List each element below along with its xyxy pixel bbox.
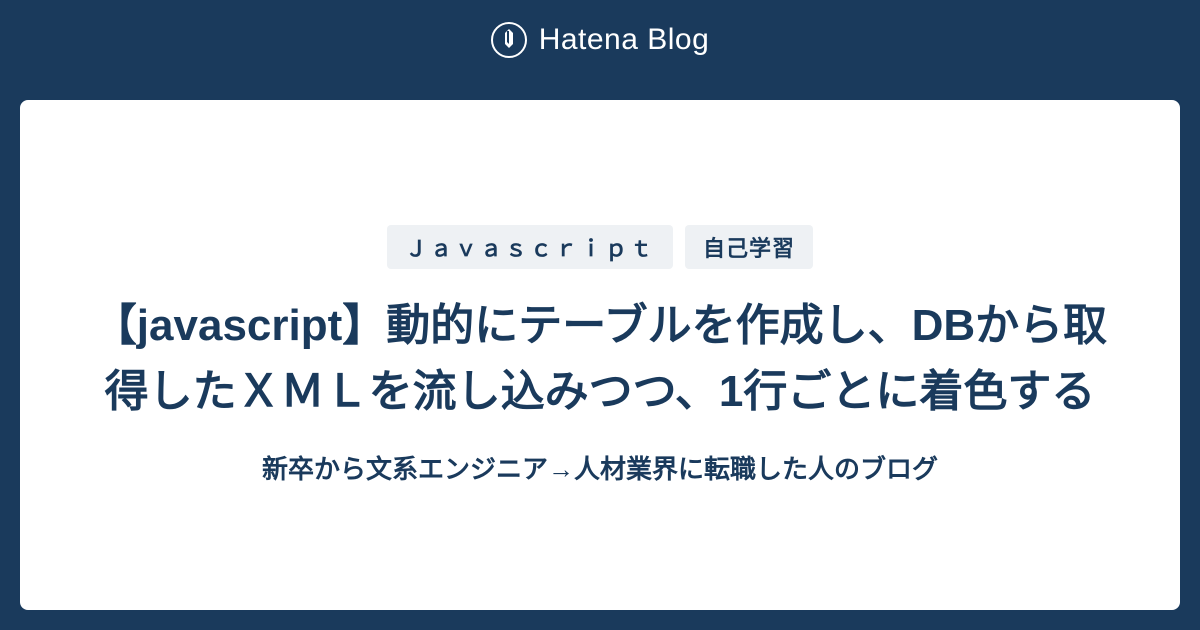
tag-item[interactable]: Ｊａｖａｓｃｒｉｐｔ	[387, 225, 673, 269]
site-header: Hatena Blog	[0, 0, 1200, 80]
article-card: Ｊａｖａｓｃｒｉｐｔ 自己学習 【javascript】動的にテーブルを作成し、…	[20, 100, 1180, 610]
brand-name: Hatena Blog	[539, 23, 710, 57]
card-wrapper: Ｊａｖａｓｃｒｉｐｔ 自己学習 【javascript】動的にテーブルを作成し、…	[0, 80, 1200, 630]
article-title: 【javascript】動的にテーブルを作成し、DBから取得したＸＭＬを流し込み…	[80, 293, 1120, 425]
blog-name[interactable]: 新卒から文系エンジニア→人材業界に転職した人のブログ	[262, 449, 938, 486]
hatena-logo-icon	[491, 22, 527, 58]
tag-list: Ｊａｖａｓｃｒｉｐｔ 自己学習	[387, 225, 813, 269]
tag-item[interactable]: 自己学習	[685, 225, 813, 269]
